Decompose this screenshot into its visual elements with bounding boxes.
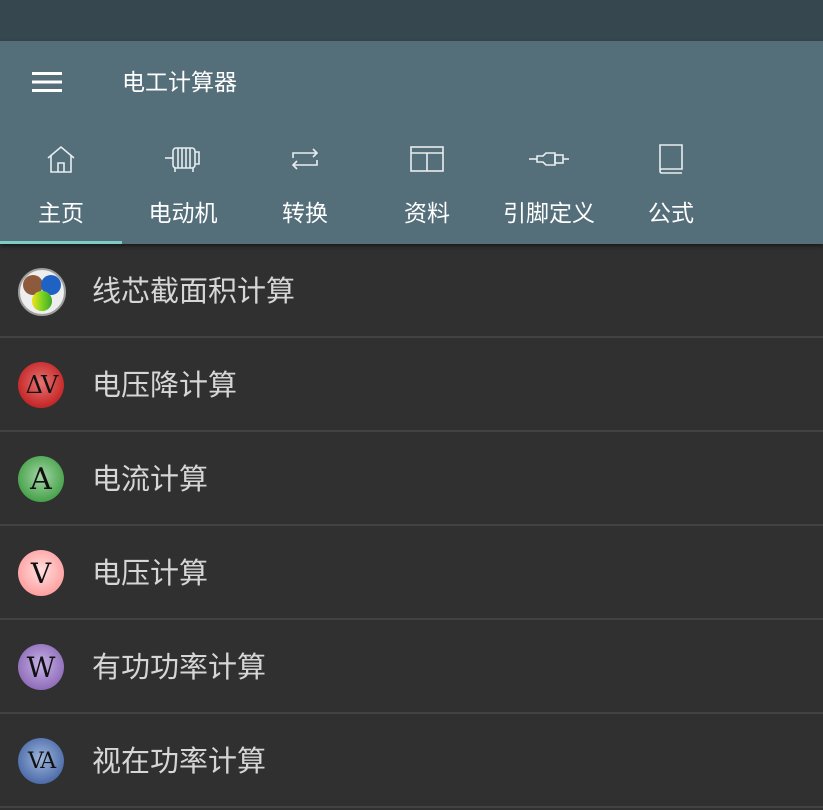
hamburger-menu-icon[interactable] [18, 61, 76, 103]
current-icon: A [18, 456, 64, 502]
voltage-drop-icon: ΔV [18, 362, 64, 408]
list-item-label: 视在功率计算 [92, 744, 267, 778]
list-item-label: 电流计算 [92, 462, 209, 496]
tab-motor[interactable]: 电动机 [122, 126, 244, 244]
tab-label: 电动机 [148, 201, 218, 227]
list-item[interactable]: ΔV 电压降计算 [0, 338, 823, 432]
tab-formula[interactable]: 公式 [610, 126, 732, 244]
list-item-label: 电压计算 [92, 556, 209, 590]
app-bar: 电工计算器 主页 电动机 转换 资料 引脚定义 公式 [0, 41, 823, 244]
home-icon [0, 140, 122, 178]
list-item[interactable]: V 电压计算 [0, 526, 823, 620]
voltage-icon: V [18, 550, 64, 596]
list-item[interactable]: VA 视在功率计算 [0, 714, 823, 808]
tab-label: 公式 [648, 201, 694, 227]
book-icon [610, 140, 732, 178]
active-power-icon: W [18, 644, 64, 690]
tab-label: 转换 [282, 201, 328, 227]
tab-data[interactable]: 资料 [366, 126, 488, 244]
status-bar [0, 0, 823, 41]
motor-icon [122, 140, 244, 178]
tab-pinout[interactable]: 引脚定义 [488, 126, 610, 244]
list-item[interactable]: W 有功功率计算 [0, 620, 823, 714]
list-item-label: 线芯截面积计算 [92, 274, 296, 308]
list-item[interactable]: 线芯截面积计算 [0, 244, 823, 338]
list-item[interactable]: A 电流计算 [0, 432, 823, 526]
list-item-label: 电压降计算 [92, 368, 238, 402]
calculator-list: 线芯截面积计算 ΔV 电压降计算 A 电流计算 V 电压计算 W 有功功率计算 … [0, 244, 823, 808]
swap-icon [244, 140, 366, 178]
book-open-icon [366, 140, 488, 178]
tab-home[interactable]: 主页 [0, 126, 122, 244]
tab-convert[interactable]: 转换 [244, 126, 366, 244]
apparent-power-icon: VA [18, 738, 64, 784]
list-item-label: 有功功率计算 [92, 650, 267, 684]
tab-label: 资料 [404, 201, 450, 227]
wire-cross-section-icon [18, 268, 66, 316]
app-title: 电工计算器 [122, 70, 237, 96]
tab-label: 引脚定义 [503, 201, 595, 227]
connector-plug-icon [488, 140, 610, 178]
tab-bar: 主页 电动机 转换 资料 引脚定义 公式 [0, 126, 823, 244]
